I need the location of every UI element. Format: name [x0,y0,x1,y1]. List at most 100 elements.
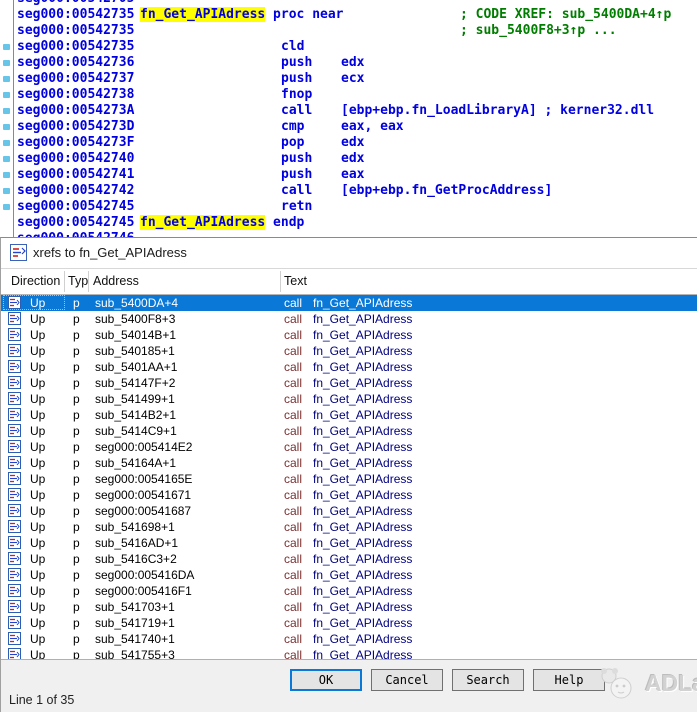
disasm-line[interactable]: seg000:0054273Dcmpeax, eax [0,119,697,135]
xref-row[interactable]: Uppseg000:00541671callfn_Get_APIAdress [1,487,697,503]
function-label: fn_Get_APIAdress endp [140,215,304,231]
cell-target: fn_Get_APIAdress [313,519,412,535]
cell-type: p [73,455,80,471]
search-button[interactable]: Search [452,669,524,691]
disasm-line[interactable]: seg000:00542741pusheax [0,167,697,183]
cell-mnemonic: call [284,615,302,631]
disasm-line[interactable]: seg000:00542736pushedx [0,55,697,71]
column-header-type[interactable]: Typ [68,274,88,288]
cell-address: seg000:005416F1 [95,583,192,599]
xref-row[interactable]: Uppsub_5416AD+1callfn_Get_APIAdress [1,535,697,551]
cell-address: sub_541755+3 [95,647,175,659]
adlab-watermark-text: ADLab [645,670,697,697]
xref-row[interactable]: Uppseg000:005414E2callfn_Get_APIAdress [1,439,697,455]
disasm-line[interactable]: seg000:00542738fnop [0,87,697,103]
xref-row[interactable]: Uppseg000:00541687callfn_Get_APIAdress [1,503,697,519]
column-header-address[interactable]: Address [93,274,139,288]
xref-row[interactable]: Uppsub_541719+1callfn_Get_APIAdress [1,615,697,631]
xref-row[interactable]: Uppsub_541740+1callfn_Get_APIAdress [1,631,697,647]
column-header-direction[interactable]: Direction [11,274,60,288]
cell-target: fn_Get_APIAdress [313,567,412,583]
disasm-line[interactable]: seg000:00542735fn_Get_APIAdress proc nea… [0,7,697,23]
cell-direction: Up [30,295,45,311]
disasm-line[interactable]: seg000:00542745fn_Get_APIAdress endp [0,215,697,231]
cell-direction: Up [30,535,45,551]
cell-direction: Up [30,503,45,519]
mnemonic: push [281,55,312,71]
xref-row[interactable]: Uppsub_540185+1callfn_Get_APIAdress [1,343,697,359]
xref-row[interactable]: Uppsub_5416C3+2callfn_Get_APIAdress [1,551,697,567]
line-address: seg000:0054273F [17,135,134,151]
disasm-line[interactable]: seg000:0054273Acall[ebp+ebp.fn_LoadLibra… [0,103,697,119]
xref-icon [8,360,21,373]
column-separator[interactable] [88,271,89,292]
cell-address: sub_541719+1 [95,615,175,631]
disasm-line[interactable]: seg000:00542735cld [0,39,697,55]
line-address: seg000:00542745 [17,199,134,215]
xref-row[interactable]: Uppsub_54164A+1callfn_Get_APIAdress [1,455,697,471]
xref-row[interactable]: Uppseg000:0054165Ecallfn_Get_APIAdress [1,471,697,487]
xref-icon [8,456,21,469]
cell-address: seg000:00541687 [95,503,191,519]
xref-row[interactable]: Uppsub_5400DA+4callfn_Get_APIAdress [1,295,697,311]
cell-mnemonic: call [284,631,302,647]
disasm-line[interactable]: seg000:00542740pushedx [0,151,697,167]
ok-button[interactable]: OK [290,669,362,691]
cell-target: fn_Get_APIAdress [313,375,412,391]
cell-target: fn_Get_APIAdress [313,631,412,647]
cell-type: p [73,615,80,631]
cell-mnemonic: call [284,503,302,519]
cancel-button[interactable]: Cancel [371,669,443,691]
disasm-line[interactable]: seg000:00542735; sub_5400F8+3↑p ... [0,23,697,39]
xref-row[interactable]: Uppseg000:005416F1callfn_Get_APIAdress [1,583,697,599]
highlighted-name[interactable]: fn_Get_APIAdress [140,215,265,230]
xref-row[interactable]: Uppseg000:005416DAcallfn_Get_APIAdress [1,567,697,583]
xref-row[interactable]: Uppsub_5414C9+1callfn_Get_APIAdress [1,423,697,439]
disassembly-view[interactable]: seg000:00542705seg000:00542735fn_Get_API… [0,0,697,237]
disasm-line[interactable]: seg000:00542705 [0,0,697,7]
dialog-button-strip: OK Cancel Search Help ADLab Line 1 of 35 [1,659,697,712]
cell-type: p [73,423,80,439]
cell-target: fn_Get_APIAdress [313,391,412,407]
xref-row[interactable]: Uppsub_54014B+1callfn_Get_APIAdress [1,327,697,343]
xref-row[interactable]: Uppsub_54147F+2callfn_Get_APIAdress [1,375,697,391]
cell-target: fn_Get_APIAdress [313,311,412,327]
column-separator[interactable] [64,271,65,292]
status-line: Line 1 of 35 [9,693,74,707]
disasm-line[interactable]: seg000:00542745retn [0,199,697,215]
mnemonic: call [281,183,312,199]
line-address: seg000:0054273A [17,103,134,119]
disasm-line[interactable]: seg000:00542737pushecx [0,71,697,87]
margin-dot [3,204,10,210]
dialog-titlebar[interactable]: xrefs to fn_Get_APIAdress [1,238,697,268]
xref-row[interactable]: Uppsub_5414B2+1callfn_Get_APIAdress [1,407,697,423]
disasm-line[interactable]: seg000:0054273F pop edx [0,135,697,151]
table-header: Direction Typ Address Text [1,268,697,295]
operands: edx [341,135,364,151]
xref-row[interactable]: Uppsub_5400F8+3callfn_Get_APIAdress [1,311,697,327]
mnemonic: pop [281,135,304,151]
xref-row[interactable]: Uppsub_5401AA+1callfn_Get_APIAdress [1,359,697,375]
cell-address: sub_5416AD+1 [95,535,178,551]
xref-row[interactable]: Uppsub_541755+3callfn_Get_APIAdress [1,647,697,659]
cell-target: fn_Get_APIAdress [313,647,412,659]
cell-mnemonic: call [284,455,302,471]
highlighted-name[interactable]: fn_Get_APIAdress [140,7,265,22]
ida-window: seg000:00542705seg000:00542735fn_Get_API… [0,0,697,712]
cell-direction: Up [30,311,45,327]
line-address: seg000:00542741 [17,167,134,183]
column-header-text[interactable]: Text [284,274,307,288]
cell-target: fn_Get_APIAdress [313,583,412,599]
cell-mnemonic: call [284,295,302,311]
xref-comment: ; CODE XREF: sub_5400DA+4↑p [460,7,671,23]
line-address: seg000:00542736 [17,55,134,71]
xref-row[interactable]: Uppsub_541703+1callfn_Get_APIAdress [1,599,697,615]
cell-mnemonic: call [284,583,302,599]
xref-row[interactable]: Uppsub_541499+1callfn_Get_APIAdress [1,391,697,407]
cell-mnemonic: call [284,311,302,327]
xref-table[interactable]: Uppsub_5400DA+4callfn_Get_APIAdressUppsu… [1,295,697,659]
xref-row[interactable]: Uppsub_541698+1callfn_Get_APIAdress [1,519,697,535]
cell-direction: Up [30,439,45,455]
column-separator[interactable] [280,271,281,292]
disasm-line[interactable]: seg000:00542742call[ebp+ebp.fn_GetProcAd… [0,183,697,199]
